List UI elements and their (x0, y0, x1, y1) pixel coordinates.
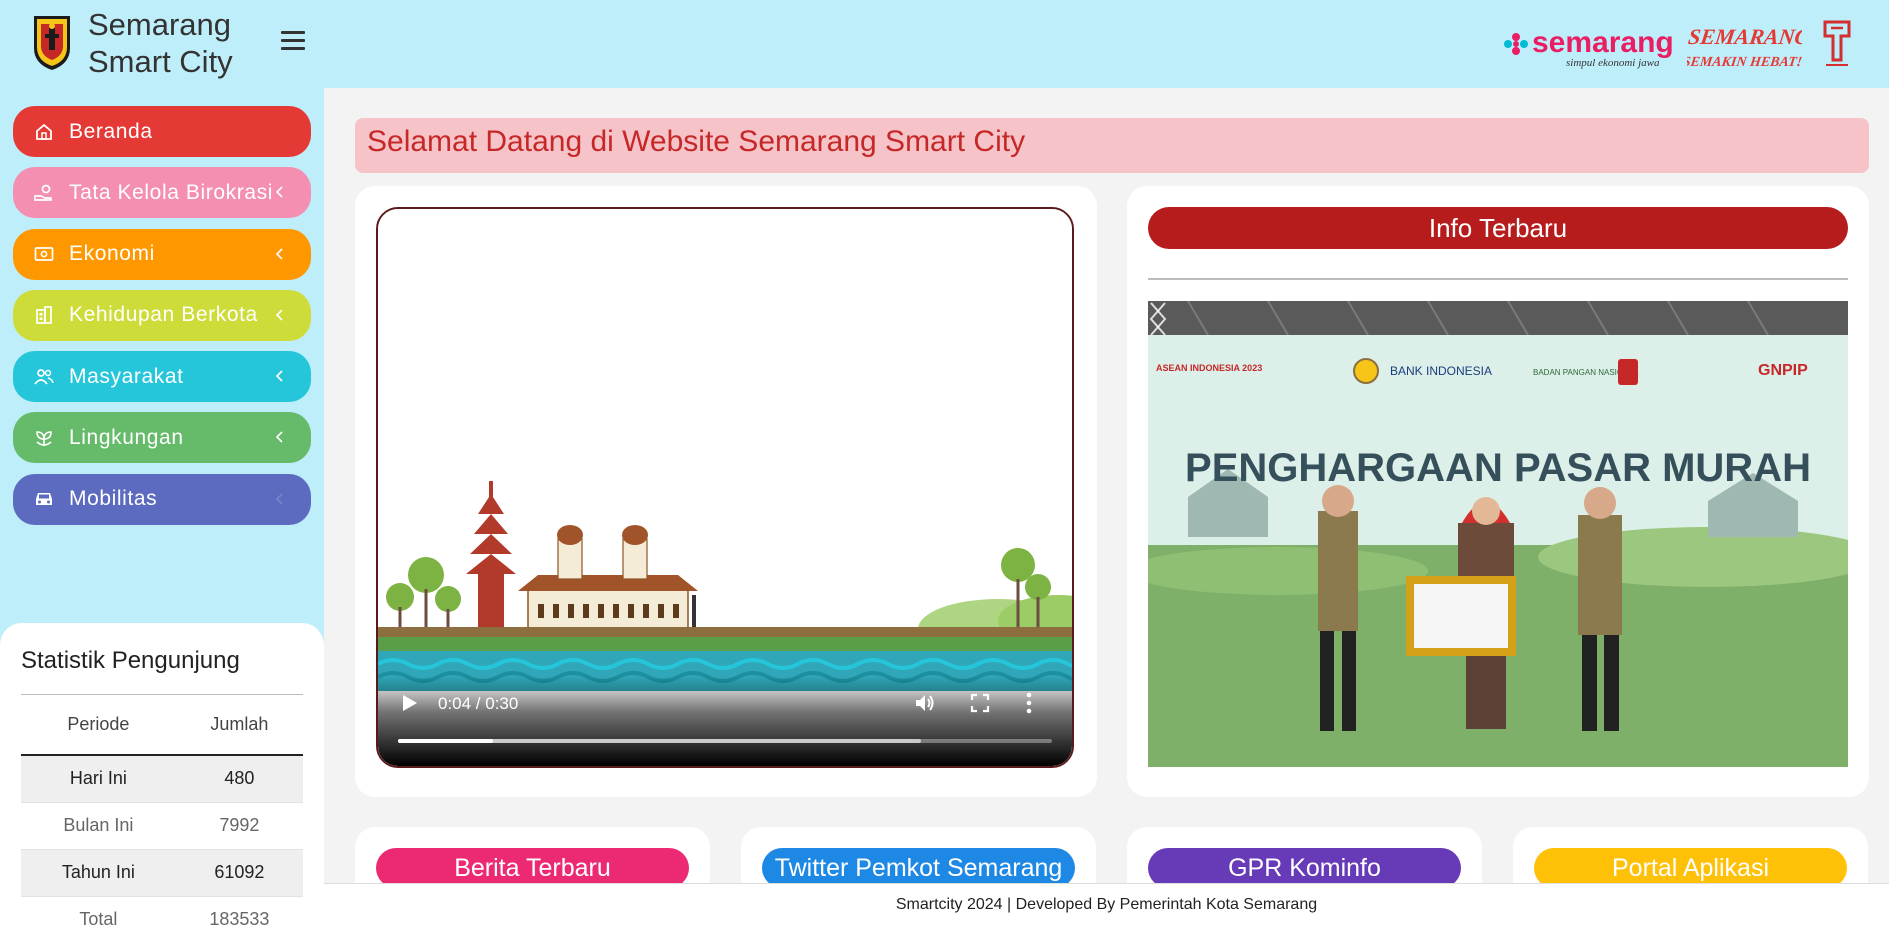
hand-coin-icon (33, 182, 55, 204)
sponsor-logo-bank-indonesia: BANK INDONESIA (1390, 364, 1492, 378)
stats-table: Periode Jumlah Hari Ini 480 Bulan Ini 79… (21, 714, 303, 928)
banner-text: PENGHARGAAN PASAR MURAH (1185, 446, 1811, 490)
table-cell-jumlah: 480 (175, 755, 303, 803)
brand-title-line1: Semarang (88, 7, 232, 42)
chevron-left-icon (275, 186, 283, 198)
stats-title: Statistik Pengunjung (21, 647, 240, 674)
sidebar-item-masyarakat[interactable]: Masyarakat (13, 351, 311, 403)
berita-terbaru-button[interactable]: Berita Terbaru (376, 848, 689, 888)
money-icon (33, 243, 55, 265)
volume-icon[interactable] (914, 692, 936, 714)
table-cell-periode: Bulan Ini (21, 802, 176, 850)
table-cell-periode: Total (21, 896, 176, 928)
fullscreen-icon[interactable] (970, 693, 990, 713)
plant-icon (33, 427, 55, 449)
sidebar-item-label: Ekonomi (69, 242, 155, 266)
sidebar-item-lingkungan[interactable]: Lingkungan (13, 412, 311, 464)
divider (1148, 278, 1848, 280)
footer: Smartcity 2024 | Developed By Pemerintah… (324, 883, 1889, 928)
chevron-left-icon (275, 370, 283, 382)
brand-title-line2: Smart City (88, 44, 233, 79)
sidebar-item-mobilitas[interactable]: Mobilitas (13, 473, 311, 525)
table-cell-periode: Tahun Ini (21, 849, 176, 897)
portal-aplikasi-button[interactable]: Portal Aplikasi (1534, 848, 1847, 888)
carousel-next-icon[interactable] (1148, 301, 1168, 337)
partner-logo-1-text: semarang (1532, 26, 1674, 59)
gpr-kominfo-button[interactable]: GPR Kominfo (1148, 848, 1461, 888)
city-crest-logo[interactable] (30, 12, 74, 72)
table-cell-jumlah: 7992 (175, 802, 303, 850)
sidebar-item-label: Masyarakat (69, 364, 184, 388)
chevron-left-icon (275, 493, 283, 505)
welcome-banner: Selamat Datang di Website Semarang Smart… (355, 118, 1869, 173)
table-cell-jumlah: 183533 (175, 896, 303, 928)
brand: Semarang Smart City (0, 0, 324, 88)
chevron-left-icon (275, 248, 283, 260)
chevron-left-icon (275, 431, 283, 444)
twitter-pemkot-button[interactable]: Twitter Pemkot Semarang (762, 848, 1075, 888)
video-played-bar (398, 739, 493, 743)
sidebar-item-tata-kelola-birokrasi[interactable]: Tata Kelola Birokrasi (13, 167, 311, 219)
video-time: 0:04 / 0:30 (438, 694, 519, 713)
table-row: Bulan Ini 7992 (21, 802, 303, 850)
sidebar-item-label: Lingkungan (69, 425, 184, 449)
partner-logo-2-text: SEMARANG (1687, 24, 1802, 49)
info-card: Info Terbaru ASEAN INDONESIA 2023 BANK I… (1127, 186, 1869, 797)
video-progress-bar[interactable] (398, 739, 1052, 743)
sidebar-nav: Beranda Tata Kelola Birokrasi Ekonomi Ke… (13, 106, 311, 535)
info-title: Info Terbaru (1148, 207, 1848, 249)
building-icon (33, 304, 55, 326)
government-emblem-logo[interactable] (1822, 20, 1852, 70)
video-card: 0:04 / 0:30 (355, 186, 1097, 797)
sidebar-item-label: Mobilitas (69, 487, 158, 511)
brand-title: Semarang Smart City (88, 6, 233, 80)
video-controls: 0:04 / 0:30 (378, 676, 1072, 766)
column-header-periode: Periode (21, 714, 176, 756)
chevron-left-icon (275, 309, 283, 321)
partner-logo-2-tagline: SEMAKIN HEBAT! (1687, 54, 1802, 70)
hamburger-icon[interactable] (281, 31, 305, 51)
home-icon (33, 121, 55, 143)
table-cell-periode: Hari Ini (21, 755, 176, 803)
partner-logo-1-tagline: simpul ekonomi jawa (1566, 57, 1660, 69)
table-row: Tahun Ini 61092 (21, 849, 303, 897)
table-cell-jumlah: 61092 (175, 849, 303, 897)
play-icon[interactable] (402, 694, 418, 712)
sidebar: Semarang Smart City Beranda Tata Kelola … (0, 0, 324, 928)
sidebar-item-ekonomi[interactable]: Ekonomi (13, 228, 311, 280)
semarang-semakin-hebat-logo[interactable]: SEMARANG SEMAKIN HEBAT! (1687, 18, 1802, 74)
more-options-icon[interactable] (1026, 692, 1032, 714)
sponsor-logo-asean: ASEAN INDONESIA 2023 (1156, 363, 1262, 373)
visitor-stats-panel: Statistik Pengunjung Periode Jumlah Hari… (0, 623, 324, 928)
table-row: Hari Ini 480 (21, 755, 303, 803)
sidebar-item-label: Kehidupan Berkota (69, 303, 258, 327)
video-player[interactable]: 0:04 / 0:30 (376, 207, 1074, 768)
sidebar-item-beranda[interactable]: Beranda (13, 106, 311, 157)
people-icon (33, 366, 55, 388)
car-icon (33, 488, 55, 510)
semarang-tourism-logo[interactable]: semarang simpul ekonomi jawa (1498, 22, 1676, 70)
sidebar-item-label: Tata Kelola Birokrasi (69, 180, 274, 204)
news-carousel[interactable]: ASEAN INDONESIA 2023 BANK INDONESIA BADA… (1148, 301, 1848, 767)
column-header-jumlah: Jumlah (175, 714, 303, 756)
sidebar-item-label: Beranda (69, 119, 153, 143)
sponsor-logo-gnpip: GNPIP (1758, 362, 1808, 379)
table-row: Total 183533 (21, 896, 303, 928)
sidebar-item-kehidupan-berkota[interactable]: Kehidupan Berkota (13, 289, 311, 341)
divider (21, 694, 303, 695)
carousel-slide-image: ASEAN INDONESIA 2023 BANK INDONESIA BADA… (1148, 301, 1848, 767)
